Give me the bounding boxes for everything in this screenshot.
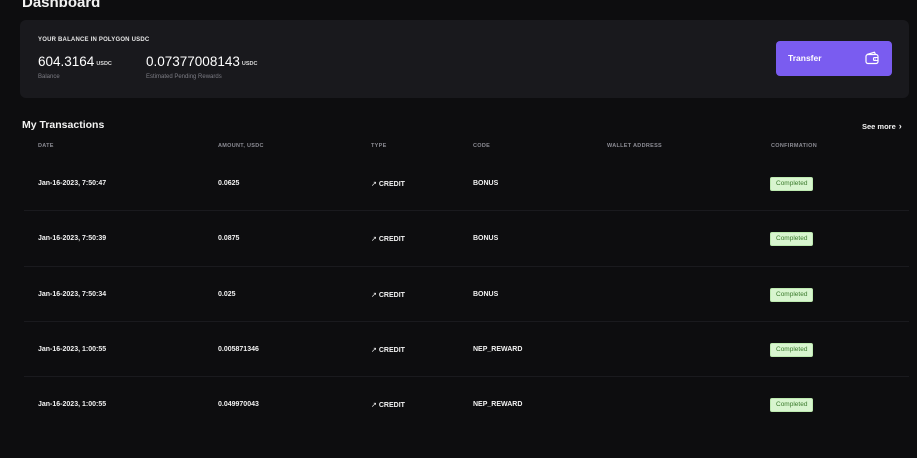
- table-row: Jan-16-2023, 7:50:47 0.0625 ↗ CREDIT BONU…: [24, 156, 909, 212]
- row-amount: 0.0875: [218, 235, 240, 243]
- status-badge: Completed: [770, 232, 814, 247]
- row-type-label: CREDIT: [378, 181, 405, 188]
- row-amount: 0.0625: [218, 180, 240, 187]
- balance-card: YOUR BALANCE IN POLYGON USDC 604.3164 USD…: [20, 20, 909, 98]
- table-header: DATE AMOUNT, USDC TYPE CODE WALLET ADDRE…: [0, 143, 917, 153]
- row-amount: 0.005871346: [218, 345, 259, 353]
- balance-stat: 604.3164 USDC Balance: [38, 54, 112, 80]
- row-code: BONUS: [473, 235, 499, 243]
- balance-heading: YOUR BALANCE IN POLYGON USDC: [38, 37, 150, 43]
- row-date: Jan-16-2023, 7:50:47: [38, 180, 107, 187]
- row-type: ↗ CREDIT: [371, 180, 405, 188]
- column-confirmation: CONFIRMATION: [771, 143, 817, 149]
- column-amount: AMOUNT, USDC: [218, 143, 264, 149]
- transactions-table: Jan-16-2023, 7:50:47 0.0625 ↗ CREDIT BONU…: [24, 156, 909, 432]
- pending-rewards-value: 0.07377008143: [146, 54, 240, 69]
- see-more-link[interactable]: See more ›: [862, 121, 902, 131]
- row-amount: 0.049970043: [218, 401, 259, 409]
- wallet-icon: [865, 51, 879, 65]
- status-badge: Completed: [770, 177, 814, 191]
- row-date: Jan-16-2023, 7:50:34: [38, 290, 107, 298]
- balance-unit: USDC: [96, 61, 112, 67]
- status-badge: Completed: [770, 342, 814, 357]
- pending-rewards-unit: USDC: [241, 61, 258, 67]
- table-row: Jan-16-2023, 7:50:39 0.0875 ↗ CREDIT BONU…: [24, 211, 909, 267]
- row-date: Jan-16-2023, 1:00:55: [38, 345, 107, 353]
- arrow-up-right-icon: ↗: [371, 236, 377, 244]
- see-more-label: See more: [862, 122, 896, 131]
- row-code: NEP_REWARD: [473, 345, 523, 353]
- row-type: ↗ CREDIT: [371, 235, 405, 243]
- row-type-label: CREDIT: [378, 236, 405, 244]
- transfer-button-label: Transfer: [788, 53, 822, 63]
- balance-label: Balance: [38, 74, 60, 80]
- dashboard-page: Dashboard YOUR BALANCE IN POLYGON USDC 6…: [0, 0, 917, 458]
- column-wallet-address: WALLET ADDRESS: [607, 143, 663, 149]
- row-date: Jan-16-2023, 7:50:39: [38, 235, 107, 243]
- balance-value: 604.3164: [38, 54, 95, 69]
- table-row: Jan-16-2023, 1:00:55 0.005871346 ↗ CREDIT…: [24, 322, 909, 378]
- page-title: Dashboard: [22, 0, 101, 11]
- chevron-right-icon: ›: [898, 121, 902, 131]
- row-type: ↗ CREDIT: [371, 291, 405, 299]
- row-code: BONUS: [473, 290, 499, 298]
- row-code: BONUS: [473, 180, 499, 187]
- arrow-up-right-icon: ↗: [371, 291, 377, 299]
- table-row: Jan-16-2023, 7:50:34 0.025 ↗ CREDIT BONUS…: [24, 267, 909, 322]
- transfer-button[interactable]: Transfer: [776, 41, 892, 76]
- table-row: Jan-16-2023, 1:00:55 0.049970043 ↗ CREDIT…: [24, 377, 909, 432]
- arrow-up-right-icon: ↗: [371, 346, 377, 354]
- pending-rewards-stat: 0.07377008143 USDC Estimated Pending Rewa…: [146, 54, 257, 80]
- row-type-label: CREDIT: [378, 402, 405, 410]
- row-type-label: CREDIT: [378, 346, 405, 354]
- arrow-up-right-icon: ↗: [371, 181, 377, 188]
- row-type: ↗ CREDIT: [371, 346, 405, 354]
- row-code: NEP_REWARD: [473, 401, 523, 409]
- column-type: TYPE: [371, 143, 387, 149]
- row-amount: 0.025: [218, 290, 236, 298]
- status-badge: Completed: [770, 398, 814, 413]
- arrow-up-right-icon: ↗: [371, 402, 377, 410]
- row-type-label: CREDIT: [378, 291, 405, 299]
- status-badge: Completed: [770, 287, 814, 302]
- column-date: DATE: [38, 143, 54, 149]
- row-type: ↗ CREDIT: [371, 401, 405, 409]
- row-date: Jan-16-2023, 1:00:55: [38, 401, 107, 409]
- transactions-title: My Transactions: [22, 119, 105, 131]
- column-code: CODE: [473, 143, 491, 149]
- pending-rewards-label: Estimated Pending Rewards: [146, 74, 222, 80]
